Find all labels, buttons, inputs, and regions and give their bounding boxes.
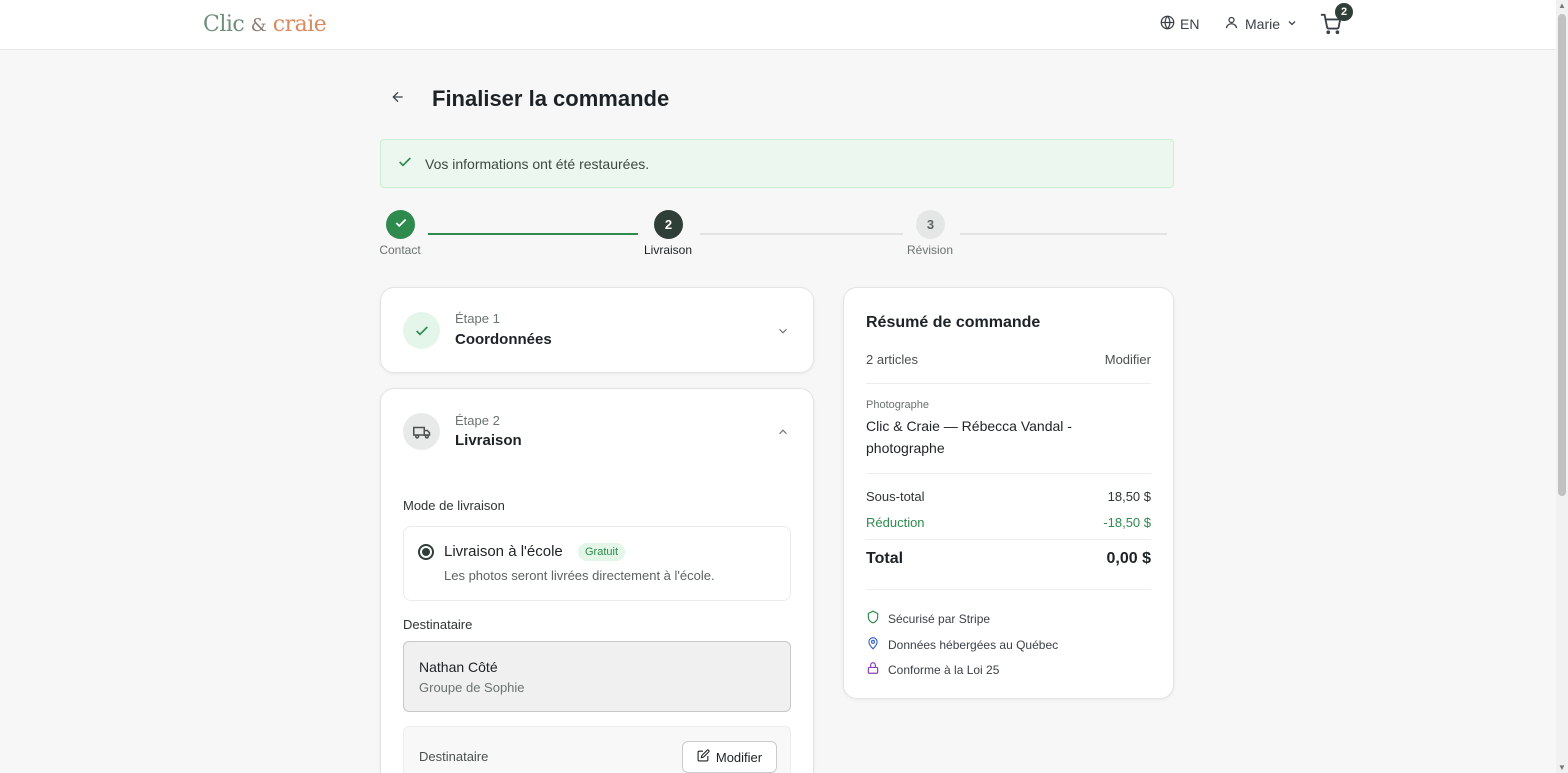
step-contact-circle[interactable] xyxy=(386,210,415,239)
scroll-down-arrow-icon[interactable]: ▼ xyxy=(1558,763,1566,772)
trust-text: Conforme à la Loi 25 xyxy=(888,662,1000,677)
logo-text-clic: Clic xyxy=(203,12,245,37)
chevron-down-icon xyxy=(1286,16,1298,32)
discount-label: Réduction xyxy=(866,515,925,530)
language-label: EN xyxy=(1180,16,1200,32)
trust-item-stripe: Sécurisé par Stripe xyxy=(866,610,990,627)
recipient-label: Destinataire xyxy=(403,617,473,632)
step2-delivery-card: Étape 2 Livraison Mode de livraison Livr… xyxy=(380,388,814,773)
trust-text: Données hébergées au Québec xyxy=(888,637,1059,652)
product-category: Photographe xyxy=(866,399,929,411)
chevron-up-icon[interactable] xyxy=(776,425,790,439)
recipient-name: Nathan Côté xyxy=(419,659,498,675)
step1-number: Étape 1 xyxy=(455,311,500,326)
logo-text-ampersand: & xyxy=(250,15,267,36)
step2-title: Livraison xyxy=(455,432,522,449)
delivery-mode-label: Mode de livraison xyxy=(403,498,505,513)
user-menu[interactable]: Marie xyxy=(1224,15,1298,33)
summary-divider xyxy=(866,539,1151,540)
discount-row: Réduction -18,50 $ xyxy=(866,515,1151,530)
subtotal-label: Sous-total xyxy=(866,489,925,504)
brand-logo[interactable]: Clic & craie xyxy=(203,12,327,37)
check-icon xyxy=(397,154,413,173)
stepper-line-2 xyxy=(700,233,903,235)
trust-text: Sécurisé par Stripe xyxy=(888,611,991,626)
top-navigation-bar: Clic & craie EN Marie 2 xyxy=(0,0,1556,50)
total-row: Total 0,00 $ xyxy=(866,550,1151,568)
cart-count-badge: 2 xyxy=(1335,3,1353,21)
step-complete-icon xyxy=(403,312,440,349)
edit-icon xyxy=(697,749,710,765)
map-pin-icon xyxy=(866,636,880,653)
product-name: Clic & Craie — Rébecca Vandal - photogra… xyxy=(866,418,1072,456)
logo-text-craie: craie xyxy=(272,12,327,37)
step2-number: Étape 2 xyxy=(455,413,500,428)
trust-item-law25: Conforme à la Loi 25 xyxy=(866,661,999,678)
delivery-option-radio[interactable] xyxy=(418,544,434,560)
trust-item-quebec: Données hébergées au Québec xyxy=(866,636,1058,653)
stepper-line-3 xyxy=(960,233,1167,235)
restored-info-alert: Vos informations ont été restaurées. xyxy=(380,139,1174,188)
checkout-stepper: Contact 2 Livraison 3 Révision xyxy=(379,208,1174,268)
delivery-option-school[interactable]: Livraison à l'école Gratuit Les photos s… xyxy=(403,526,791,601)
subtotal-value: 18,50 $ xyxy=(1107,489,1151,504)
modify-button-label: Modifier xyxy=(715,749,763,765)
user-icon xyxy=(1224,15,1239,33)
truck-icon xyxy=(403,413,440,450)
step1-title: Coordonnées xyxy=(455,331,552,348)
order-summary-card: Résumé de commande 2 articles Modifier P… xyxy=(843,287,1174,699)
recipient-edit-row: Destinataire Modifier xyxy=(403,726,791,773)
language-switcher[interactable]: EN xyxy=(1160,15,1199,33)
alert-message: Vos informations ont été restaurées. xyxy=(425,155,650,172)
scroll-up-arrow-icon[interactable]: ▲ xyxy=(1558,1,1566,10)
user-name: Marie xyxy=(1245,16,1281,32)
summary-divider xyxy=(866,473,1151,474)
summary-modify-link[interactable]: Modifier xyxy=(1105,352,1151,367)
page-title: Finaliser la commande xyxy=(432,86,670,111)
shopping-cart-icon xyxy=(1320,13,1342,39)
step-review-circle: 3 xyxy=(916,210,945,239)
modify-recipient-button[interactable]: Modifier xyxy=(682,741,777,773)
discount-value: -18,50 $ xyxy=(1103,515,1151,530)
scrollbar-thumb[interactable] xyxy=(1558,14,1566,496)
step-contact-label: Contact xyxy=(379,243,421,257)
radio-selected-dot xyxy=(422,548,430,556)
lock-icon xyxy=(866,661,880,678)
recipient-edit-label: Destinataire xyxy=(419,749,489,764)
summary-article-count: 2 articles xyxy=(866,352,919,367)
step-delivery-label: Livraison xyxy=(643,243,693,257)
check-icon xyxy=(394,216,408,233)
summary-divider xyxy=(866,383,1151,384)
arrow-left-icon xyxy=(390,89,406,110)
step1-contact-card[interactable]: Étape 1 Coordonnées xyxy=(380,287,814,373)
step-review-label: Révision xyxy=(906,243,954,257)
chevron-down-icon[interactable] xyxy=(776,324,790,338)
shield-icon xyxy=(866,610,880,627)
step-delivery-circle[interactable]: 2 xyxy=(654,210,683,239)
recipient-select[interactable]: Nathan Côté Groupe de Sophie xyxy=(403,641,791,712)
delivery-option-title: Livraison à l'école xyxy=(444,543,563,560)
subtotal-row: Sous-total 18,50 $ xyxy=(866,489,1151,504)
back-button[interactable] xyxy=(386,87,410,111)
summary-title: Résumé de commande xyxy=(866,314,1041,331)
page-scrollbar[interactable]: ▲ ▼ xyxy=(1556,0,1568,773)
globe-icon xyxy=(1160,15,1175,33)
delivery-option-description: Les photos seront livrées directement à … xyxy=(444,568,715,583)
free-badge: Gratuit xyxy=(578,543,626,561)
stepper-line-1 xyxy=(428,233,638,235)
total-value: 0,00 $ xyxy=(1106,550,1151,567)
summary-divider xyxy=(866,589,1151,590)
recipient-group: Groupe de Sophie xyxy=(419,680,525,695)
total-label: Total xyxy=(866,550,904,567)
